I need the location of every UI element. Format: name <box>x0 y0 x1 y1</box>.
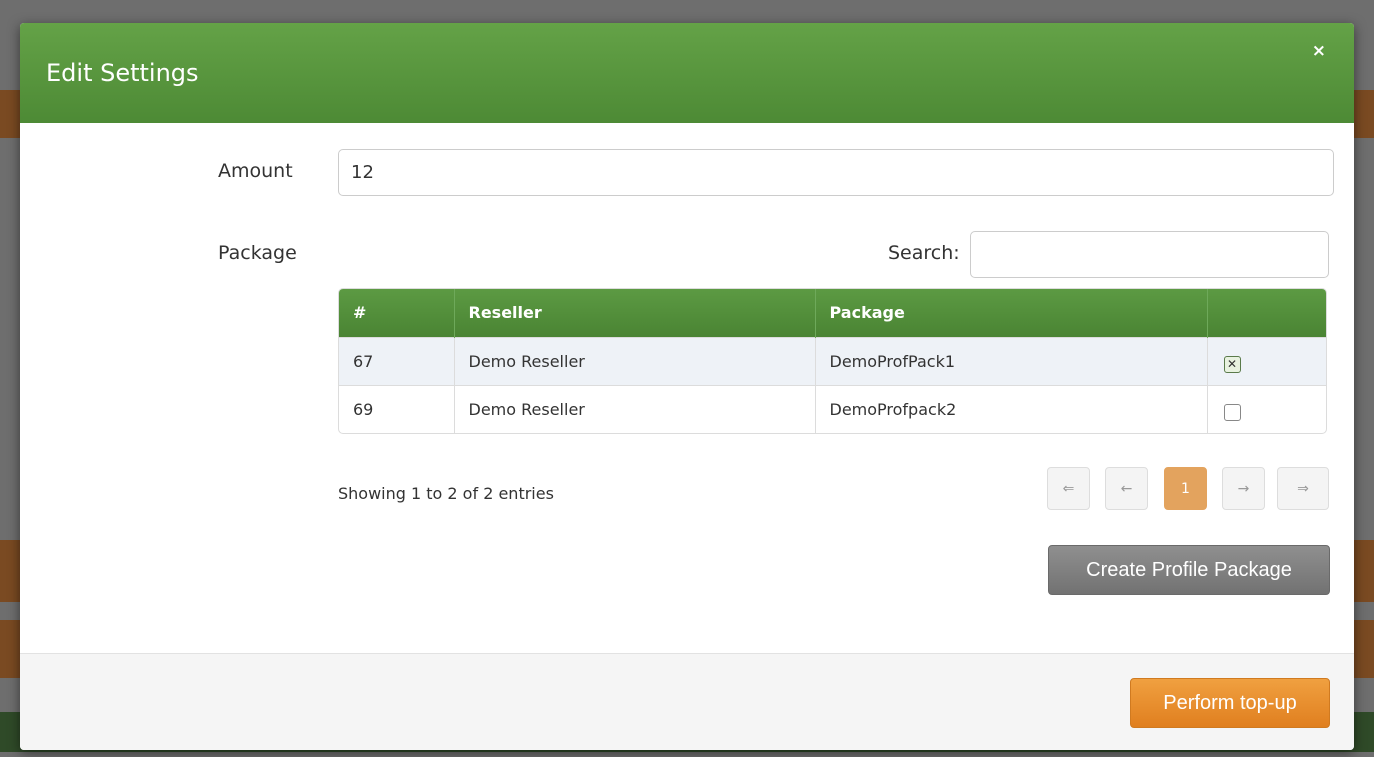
prev-page-button[interactable]: ← <box>1105 467 1148 510</box>
cell-package: DemoProfPack1 <box>815 336 1208 385</box>
pagination-info: Showing 1 to 2 of 2 entries <box>338 484 554 503</box>
amount-label: Amount <box>218 160 293 182</box>
amount-input[interactable] <box>338 149 1334 196</box>
search-label: Search: <box>888 242 960 264</box>
cell-reseller: Demo Reseller <box>454 384 816 433</box>
create-profile-package-button[interactable]: Create Profile Package <box>1048 545 1330 595</box>
column-header-select <box>1207 289 1326 337</box>
package-label: Package <box>218 242 297 264</box>
column-header-package[interactable]: Package <box>815 289 1208 337</box>
search-input[interactable] <box>970 231 1329 278</box>
select-checkbox[interactable] <box>1223 403 1241 421</box>
perform-topup-button[interactable]: Perform top-up <box>1130 678 1330 728</box>
table-row[interactable]: 67 Demo Reseller DemoProfPack1 ✕ <box>339 336 1326 385</box>
edit-settings-modal: Edit Settings × Amount Package Search: #… <box>20 23 1354 750</box>
cell-reseller: Demo Reseller <box>454 336 816 385</box>
cell-select: ✕ <box>1207 336 1326 385</box>
last-page-button[interactable]: ⇒ <box>1277 467 1329 510</box>
close-icon[interactable]: × <box>1312 41 1326 61</box>
cell-package: DemoProfpack2 <box>815 384 1208 433</box>
modal-header: Edit Settings × <box>20 23 1354 123</box>
cell-id: 67 <box>339 336 455 385</box>
modal-footer: Perform top-up <box>20 653 1354 750</box>
cell-id: 69 <box>339 384 455 433</box>
cell-select <box>1207 384 1326 433</box>
column-header-id[interactable]: # <box>339 289 455 337</box>
table-row[interactable]: 69 Demo Reseller DemoProfpack2 <box>339 384 1326 433</box>
next-page-button[interactable]: → <box>1222 467 1265 510</box>
page-1-button[interactable]: 1 <box>1164 467 1207 510</box>
package-table: # Reseller Package 67 Demo Reseller Demo… <box>338 288 1327 434</box>
first-page-button[interactable]: ⇐ <box>1047 467 1090 510</box>
select-checkbox[interactable]: ✕ <box>1223 355 1241 373</box>
column-header-reseller[interactable]: Reseller <box>454 289 816 337</box>
modal-title: Edit Settings <box>46 59 199 87</box>
table-header-row: # Reseller Package <box>339 289 1326 337</box>
